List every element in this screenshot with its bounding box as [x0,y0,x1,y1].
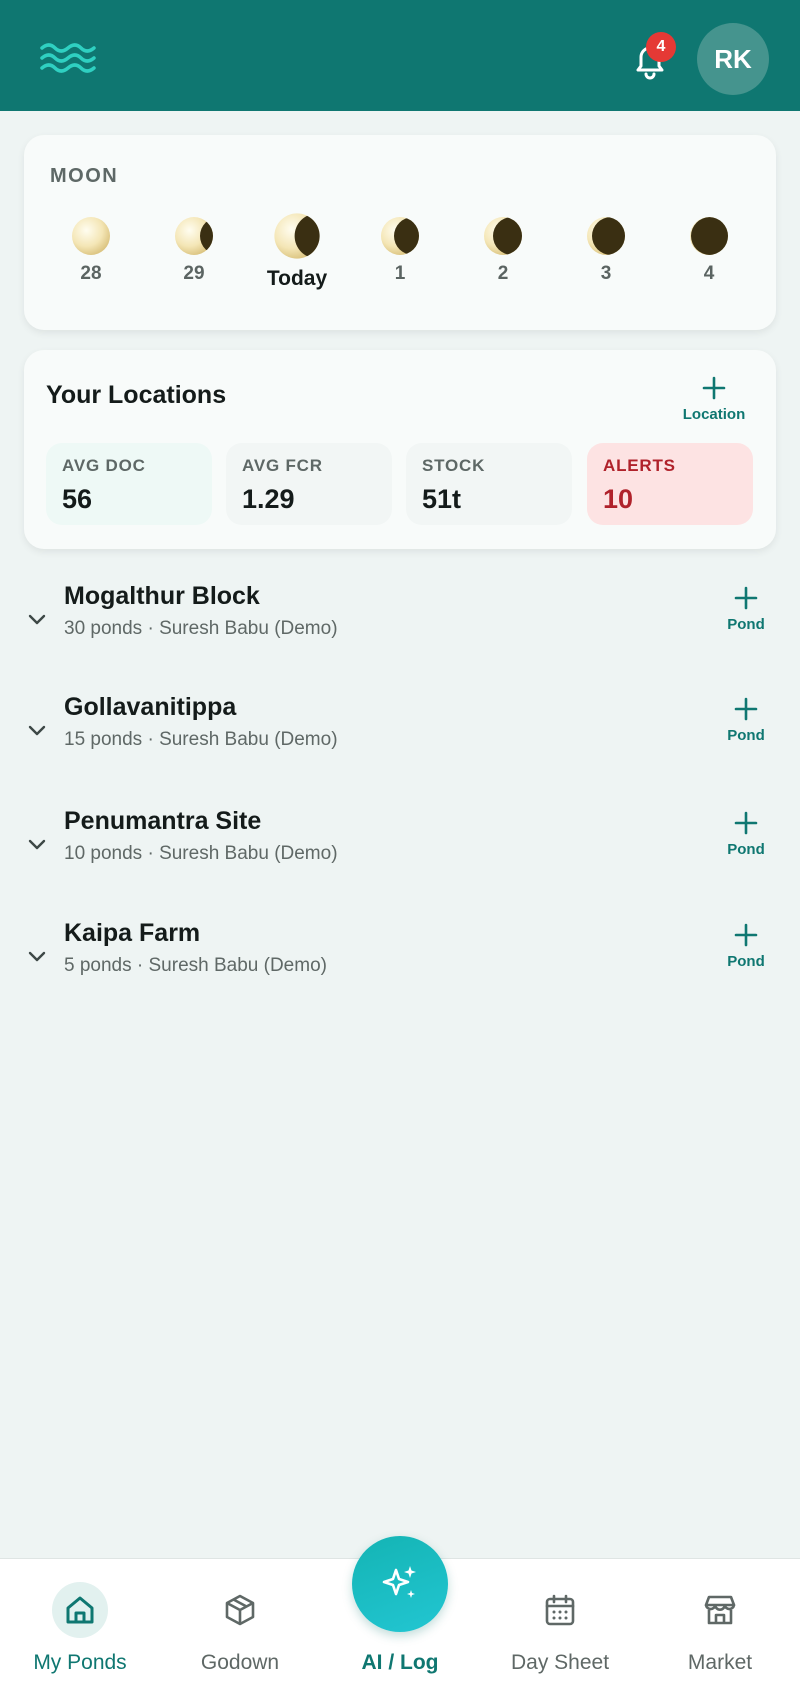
stat-avg-fcr: AVG FCR 1.29 [226,443,392,525]
plus-icon [702,376,726,400]
notification-count-badge: 4 [646,32,676,62]
add-pond-button[interactable]: Pond [706,923,786,970]
nav-market[interactable]: Market [640,1559,800,1707]
nav-icon-slot [532,1582,588,1638]
chevron-down-icon[interactable] [27,837,47,851]
moon-day-label: 28 [80,263,102,284]
stat-avg-doc: AVG DOC 56 [46,443,212,525]
moon-phase-icon [381,217,419,255]
location-row[interactable]: Gollavanitippa 15 ponds · Suresh Babu (D… [0,693,800,773]
add-pond-button[interactable]: Pond [706,586,786,633]
stat-value: 10 [603,484,634,514]
add-pond-label: Pond [727,953,765,970]
nav-icon-slot [212,1582,268,1638]
location-subtitle: 15 ponds · Suresh Babu (Demo) [64,729,338,750]
stat-stock: STOCK 51t [406,443,572,525]
moon-day-label: Today [266,267,328,290]
stat-alerts[interactable]: ALERTS 10 [587,443,753,525]
chevron-down-icon[interactable] [27,723,47,737]
calendar-icon [545,1594,575,1626]
box-icon [225,1594,255,1626]
add-location-button[interactable]: Location [674,376,754,423]
moon-day-label: 3 [600,263,612,284]
nav-label: Market [687,1651,753,1674]
waves-icon[interactable] [40,40,96,76]
moon-day-item: 3 [561,215,651,285]
moon-day-item: 4 [664,215,754,285]
add-pond-label: Pond [727,727,765,744]
plus-icon [734,811,758,835]
moon-phase-icon [274,213,320,259]
stat-value: 1.29 [242,484,295,514]
moon-day-label: 1 [394,263,406,284]
plus-icon [734,697,758,721]
chevron-down-icon[interactable] [27,949,47,963]
location-subtitle: 10 ponds · Suresh Babu (Demo) [64,843,338,864]
location-name: Mogalthur Block [64,582,260,610]
location-row[interactable]: Kaipa Farm 5 ponds · Suresh Babu (Demo) … [0,919,800,999]
location-name: Penumantra Site [64,807,262,835]
add-location-label: Location [682,406,746,423]
moon-card: MOON 28 29 Today 1 2 3 4 [24,135,776,330]
stat-label: STOCK [422,456,486,475]
moon-title: MOON [50,165,119,187]
moon-phase-icon [690,217,728,255]
stat-label: AVG DOC [62,456,146,475]
ai-log-fab-button[interactable] [352,1536,448,1632]
home-icon [66,1596,94,1624]
moon-phase-icon [587,217,625,255]
nav-label: Godown [200,1651,280,1674]
locations-summary-card: Your Locations Location AVG DOC 56 AVG F… [24,350,776,549]
add-pond-button[interactable]: Pond [706,811,786,858]
chevron-down-icon[interactable] [27,612,47,626]
add-pond-label: Pond [727,616,765,633]
avatar[interactable]: RK [697,23,769,95]
stat-label: ALERTS [603,456,676,475]
moon-day-item: 1 [355,215,445,285]
moon-phase-icon [484,217,522,255]
moon-phase-icon [72,217,110,255]
moon-day-label: 29 [183,263,205,284]
moon-day-item: 29 [149,215,239,285]
location-name: Gollavanitippa [64,693,237,721]
location-row[interactable]: Mogalthur Block 30 ponds · Suresh Babu (… [0,582,800,662]
nav-label: Day Sheet [510,1651,610,1674]
stat-label: AVG FCR [242,456,323,475]
store-icon [704,1595,736,1625]
add-pond-label: Pond [727,841,765,858]
nav-godown[interactable]: Godown [160,1559,320,1707]
plus-icon [734,923,758,947]
plus-icon [734,586,758,610]
moon-day-today: Today [252,213,342,291]
moon-phase-icon [175,217,213,255]
location-subtitle: 5 ponds · Suresh Babu (Demo) [64,955,327,976]
nav-label: My Ponds [33,1651,127,1674]
location-name: Kaipa Farm [64,919,201,947]
nav-icon-slot [692,1582,748,1638]
location-row[interactable]: Penumantra Site 10 ponds · Suresh Babu (… [0,807,800,887]
location-subtitle: 30 ponds · Suresh Babu (Demo) [64,618,338,639]
moon-day-label: 4 [703,263,715,284]
moon-day-item: 28 [46,215,136,285]
sparkle-icon [382,1566,416,1598]
stat-value: 56 [62,484,93,514]
nav-label: AI / Log [361,1651,439,1674]
app-header: 4 RK [0,0,800,111]
moon-day-item: 2 [458,215,548,285]
add-pond-button[interactable]: Pond [706,697,786,744]
stat-value: 51t [422,484,462,514]
nav-icon-highlight [52,1582,108,1638]
nav-my-ponds[interactable]: My Ponds [0,1559,160,1707]
locations-title: Your Locations [46,381,227,409]
nav-day-sheet[interactable]: Day Sheet [480,1559,640,1707]
moon-day-label: 2 [497,263,509,284]
